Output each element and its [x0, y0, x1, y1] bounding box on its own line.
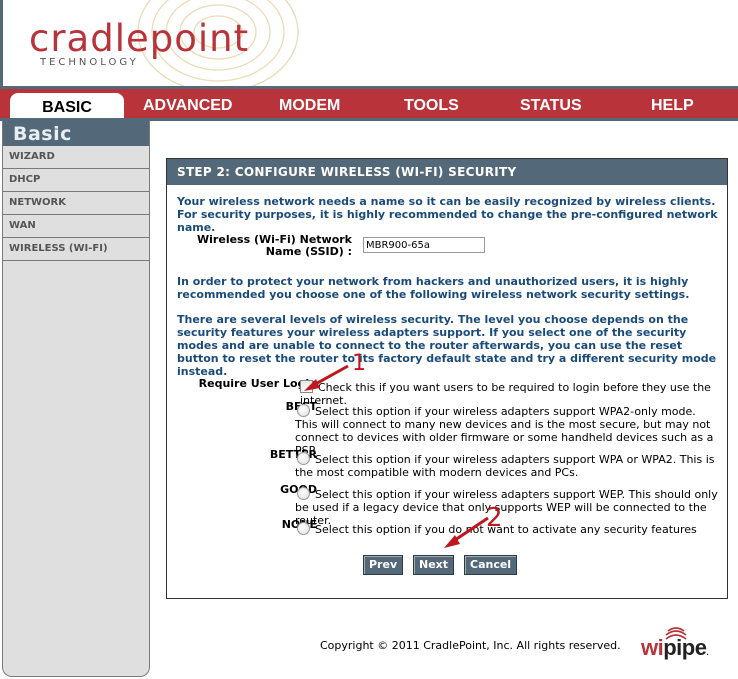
copyright-text: Copyright © 2011 CradlePoint, Inc. All r… [320, 639, 621, 652]
require-login-label: Require User Login [198, 377, 317, 390]
sidebar-item-wan[interactable]: WAN [3, 215, 149, 238]
option-desc-better: Select this option if your wireless adap… [295, 453, 715, 479]
option-row-good: Select this option if your wireless adap… [295, 487, 720, 527]
intro-text: Your wireless network needs a name so it… [177, 195, 718, 234]
tab-status[interactable]: STATUS [520, 97, 582, 115]
tab-advanced[interactable]: ADVANCED [143, 97, 232, 115]
cancel-button[interactable]: Cancel [464, 555, 518, 575]
ssid-label-line2: Name (SSID) : [265, 245, 352, 258]
sidebar-item-dhcp[interactable]: DHCP [3, 169, 149, 192]
option-row-best: Select this option if your wireless adap… [295, 404, 720, 457]
ssid-input[interactable] [363, 237, 485, 253]
next-button[interactable]: Next [413, 555, 455, 575]
sidebar-item-wizard[interactable]: WIZARD [3, 146, 149, 169]
wipipe-logo: wipipe. [641, 625, 721, 660]
option-desc-none: Select this option if you do not want to… [315, 523, 697, 536]
radio-better[interactable] [297, 452, 310, 465]
tab-tools[interactable]: TOOLS [404, 97, 459, 115]
sidebar-title: Basic [3, 121, 149, 146]
brand-logo: cradlepoint [29, 17, 250, 60]
radio-good[interactable] [297, 487, 310, 500]
panel-title: STEP 2: CONFIGURE WIRELESS (WI-FI) SECUR… [167, 159, 727, 185]
protect-text: In order to protect your network from ha… [177, 275, 690, 301]
option-row-better: Select this option if your wireless adap… [295, 452, 720, 479]
sidebar: Basic WIZARD DHCP NETWORK WAN WIRELESS (… [2, 121, 150, 677]
option-row-none: Select this option if you do not want to… [295, 522, 720, 536]
header: cradlepoint TECHNOLOGY [3, 0, 738, 86]
tab-help[interactable]: HELP [651, 97, 694, 115]
wipipe-wordmark: wipipe. [641, 635, 709, 661]
brand-subtitle: TECHNOLOGY [40, 57, 139, 68]
sidebar-item-wireless[interactable]: WIRELESS (WI-FI) [3, 238, 149, 261]
prev-button[interactable]: Prev [363, 555, 404, 575]
wipipe-dot: . [706, 648, 709, 657]
wipipe-wi: wi [641, 635, 664, 660]
option-desc-best: Select this option if your wireless adap… [295, 405, 714, 457]
require-user-login-checkbox[interactable] [300, 380, 313, 393]
security-levels-text: There are several levels of wireless sec… [177, 313, 717, 378]
radio-best[interactable] [297, 404, 310, 417]
ssid-label: Wireless (Wi-Fi) Network Name (SSID) : [197, 234, 352, 258]
wireless-security-panel: STEP 2: CONFIGURE WIRELESS (WI-FI) SECUR… [166, 158, 728, 599]
wipipe-pipe: pipe [663, 635, 707, 660]
require-login-row: Check this if you want users to be requi… [300, 380, 725, 407]
tab-basic[interactable]: BASIC [10, 93, 124, 118]
sidebar-item-network[interactable]: NETWORK [3, 192, 149, 215]
main-nav: BASIC ADVANCED MODEM TOOLS STATUS HELP [0, 89, 738, 121]
tab-modem[interactable]: MODEM [279, 97, 340, 115]
radio-none[interactable] [297, 522, 310, 535]
